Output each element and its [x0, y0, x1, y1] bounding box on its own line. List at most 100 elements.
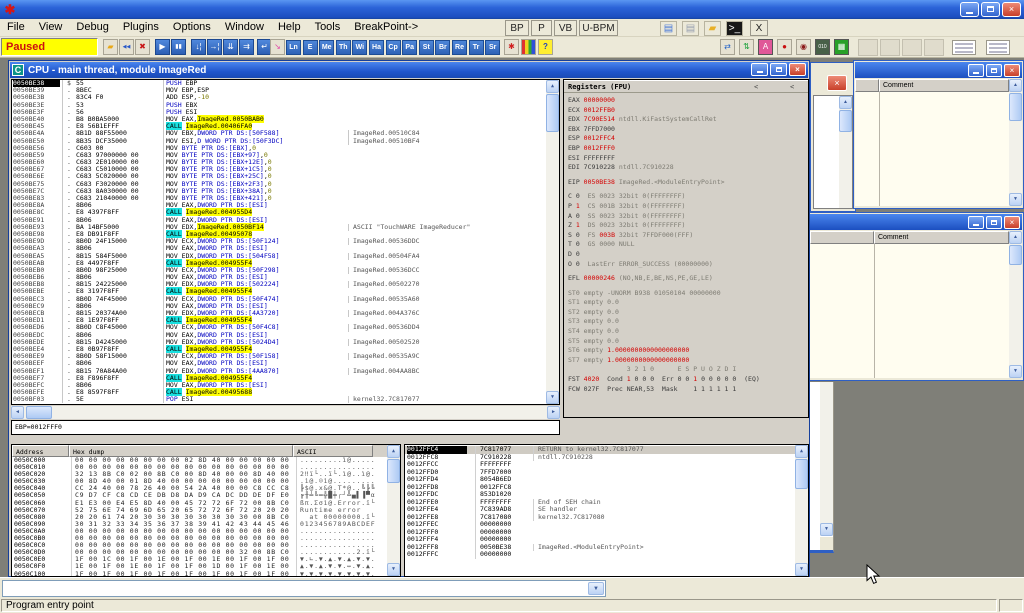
- step-over-icon[interactable]: →¦: [207, 39, 222, 55]
- titlebar[interactable]: ✱ ×: [0, 0, 1024, 19]
- tab-button-pa[interactable]: Pa: [402, 40, 417, 55]
- tab-button-cp[interactable]: Cp: [386, 40, 401, 55]
- register-line[interactable]: A 0 SS 0023 32bit 0(FFFFFFFF): [564, 212, 808, 222]
- disasm-row[interactable]: 0050BF03.5EPOP ESIkernel32.7C817077: [12, 396, 559, 403]
- tab-button-re[interactable]: Re: [452, 40, 467, 55]
- menu-item-breakpoint[interactable]: BreakPoint->: [347, 19, 425, 37]
- disasm-row[interactable]: 0050BE3E.53PUSH EBX: [12, 102, 559, 109]
- comment-window-top-titlebar[interactable]: ×: [855, 62, 1022, 78]
- window-icon[interactable]: ▦: [834, 39, 849, 55]
- notes-icon[interactable]: [986, 40, 1010, 55]
- comment-window-middle-titlebar[interactable]: ×: [810, 214, 1022, 230]
- bp-button[interactable]: BP: [505, 20, 529, 36]
- register-line[interactable]: 3 2 1 0 E S P U O Z D I: [564, 365, 808, 375]
- disasm-row[interactable]: 0050BE9D.8B0D 24F15000MOV ECX,DWORD PTR …: [12, 238, 559, 245]
- minimize-button[interactable]: [751, 63, 768, 76]
- stack-row[interactable]: 0012FFE87C817080kernel32.7C817080: [405, 514, 808, 522]
- menu-item-options[interactable]: Options: [166, 19, 218, 37]
- register-line[interactable]: EDX 7C90E514 ntdll.KiFastSystemCallRet: [564, 115, 808, 125]
- close-button[interactable]: ×: [1002, 2, 1021, 17]
- disasm-row[interactable]: 0050BEF7.E8 F896F8FFCALL ImageRed.004955…: [12, 375, 559, 382]
- register-line[interactable]: FST 4020 Cond 1 0 0 0 Err 0 0 1 0 0 0 0 …: [564, 375, 808, 385]
- open-folder-icon[interactable]: ▰: [704, 21, 721, 36]
- disasm-row[interactable]: 0050BED6.8B0D C8F45000MOV ECX,DWORD PTR …: [12, 324, 559, 331]
- registers-pin-left[interactable]: <: [754, 83, 758, 91]
- disasm-row[interactable]: 0050BEE9.8B0D 58F15000MOV ECX,DWORD PTR …: [12, 353, 559, 360]
- chevron-down-icon[interactable]: ▼: [588, 582, 604, 595]
- stack-row[interactable]: 0012FFE47C839AD8SE handler: [405, 506, 808, 514]
- register-line[interactable]: ST2 empty 0.0: [564, 308, 808, 318]
- column-header-blank[interactable]: [855, 79, 879, 92]
- tab-button-br[interactable]: Br: [435, 40, 450, 55]
- command-input[interactable]: ▼: [2, 580, 606, 597]
- register-line[interactable]: ESI FFFFFFFF: [564, 154, 808, 164]
- stack-row[interactable]: 0012FFD80012FFC8: [405, 484, 808, 492]
- pause-icon[interactable]: ▮▮: [171, 39, 186, 55]
- register-line[interactable]: EBX 7FFD7000: [564, 125, 808, 135]
- stack-row[interactable]: 0012FFCCFFFFFFFF: [405, 461, 808, 469]
- register-line[interactable]: ST7 empty 1.0000000000000000000: [564, 356, 808, 366]
- list-icon[interactable]: [952, 40, 976, 55]
- console-icon[interactable]: >_: [726, 21, 743, 36]
- stack-row[interactable]: 0012FFC47C817077RETURN to kernel32.7C817…: [405, 446, 808, 454]
- disasm-row[interactable]: 0050BEB0.8B0D 98F25000MOV ECX,DWORD PTR …: [12, 267, 559, 274]
- comment-window-top-scrollbar[interactable]: ▲ ▼: [1009, 79, 1022, 206]
- menu-item-view[interactable]: View: [32, 19, 70, 37]
- stack-row[interactable]: 0012FFD48054B6ED: [405, 476, 808, 484]
- disassembly-hscrollbar[interactable]: ◄ ►: [11, 406, 560, 419]
- comment-list[interactable]: [810, 244, 1009, 378]
- register-line[interactable]: ST1 empty 0.0: [564, 298, 808, 308]
- close-program-icon[interactable]: ✖: [135, 39, 150, 55]
- register-line[interactable]: EBP 0012FFF0: [564, 144, 808, 154]
- dump-scrollbar[interactable]: ▲ ▼: [387, 445, 400, 576]
- record-icon[interactable]: ●: [777, 39, 792, 55]
- register-line[interactable]: EFL 00000246 (NO,NB,E,BE,NS,PE,GE,LE): [564, 274, 808, 284]
- register-line[interactable]: EIP 0050BE38 ImageRed.<ModuleEntryPoint>: [564, 178, 808, 188]
- goto-arrow-icon[interactable]: ↘: [270, 39, 285, 55]
- open-icon[interactable]: ▰: [103, 39, 118, 55]
- run-icon[interactable]: ▶: [155, 39, 170, 55]
- stack-row[interactable]: 0012FFDC853D1020: [405, 491, 808, 499]
- maximize-button[interactable]: [986, 216, 1002, 229]
- restore-button[interactable]: [770, 63, 787, 76]
- menu-item-help[interactable]: Help: [271, 19, 308, 37]
- register-line[interactable]: P 1 CS 001B 32bit 0(FFFFFFFF): [564, 202, 808, 212]
- menu-close-button[interactable]: X: [750, 20, 768, 36]
- register-line[interactable]: ST5 empty 0.0: [564, 337, 808, 347]
- column-header-blank[interactable]: [810, 231, 874, 244]
- column-header-comment[interactable]: Comment: [874, 231, 1009, 244]
- menu-item-debug[interactable]: Debug: [69, 19, 115, 37]
- register-line[interactable]: T 0 GS 0000 NULL: [564, 240, 808, 250]
- stack-row[interactable]: 0012FFF000000000: [405, 529, 808, 537]
- register-line[interactable]: Z 1 DS 0023 32bit 0(FFFFFFFF): [564, 221, 808, 231]
- stack-row[interactable]: 0012FFFC00000000: [405, 551, 808, 559]
- tab-button-ha[interactable]: Ha: [369, 40, 384, 55]
- tab-button-me[interactable]: Me: [319, 40, 334, 55]
- animate-over-icon[interactable]: ⇉: [239, 39, 254, 55]
- tab-button-e[interactable]: E: [303, 40, 318, 55]
- menu-item-file[interactable]: File: [0, 19, 32, 37]
- disasm-row[interactable]: 0050BEFE.E8 8597F8FFCALL ImageRed.004956…: [12, 389, 559, 396]
- stack-pane[interactable]: 0012FFC47C817077RETURN to kernel32.7C817…: [404, 444, 809, 577]
- tab-button-th[interactable]: Th: [336, 40, 351, 55]
- disassembly-vscrollbar[interactable]: ▲ ▼: [546, 80, 559, 404]
- updown-icon[interactable]: ⇅: [739, 39, 754, 55]
- register-line[interactable]: ST6 empty 1.0000000000000000000: [564, 346, 808, 356]
- disasm-row[interactable]: 0050BE83.C683 21040000 00MOV BYTE PTR DS…: [12, 195, 559, 202]
- registers-pin-right[interactable]: <: [790, 83, 794, 91]
- spiral-icon[interactable]: ◉: [796, 39, 811, 55]
- register-line[interactable]: EAX 00000000: [564, 96, 808, 106]
- disassembly-pane[interactable]: 0050BE38$55PUSH EBP0050BE39.8BECMOV EBP,…: [11, 79, 560, 405]
- minimize-button[interactable]: [968, 216, 984, 229]
- tab-button-sr[interactable]: Sr: [485, 40, 500, 55]
- close-icon[interactable]: ×: [1004, 216, 1020, 229]
- new-document-icon[interactable]: ▤: [660, 21, 677, 36]
- stack-row[interactable]: 0012FFE0FFFFFFFFEnd of SEH chain: [405, 499, 808, 507]
- disasm-row[interactable]: 0050BE8C.E8 4397F8FFCALL ImageRed.004955…: [12, 209, 559, 216]
- menu-item-plugins[interactable]: Plugins: [116, 19, 166, 37]
- register-line[interactable]: EDI 7C910228 ntdll.7C910228: [564, 163, 808, 173]
- comment-window-middle-scrollbar[interactable]: ▲ ▼: [1009, 231, 1022, 378]
- options-gear-icon[interactable]: ✱: [504, 39, 519, 55]
- register-line[interactable]: FCW 027F Prec NEAR,53 Mask 1 1 1 1 1 1: [564, 385, 808, 395]
- comment-list[interactable]: [855, 92, 1009, 206]
